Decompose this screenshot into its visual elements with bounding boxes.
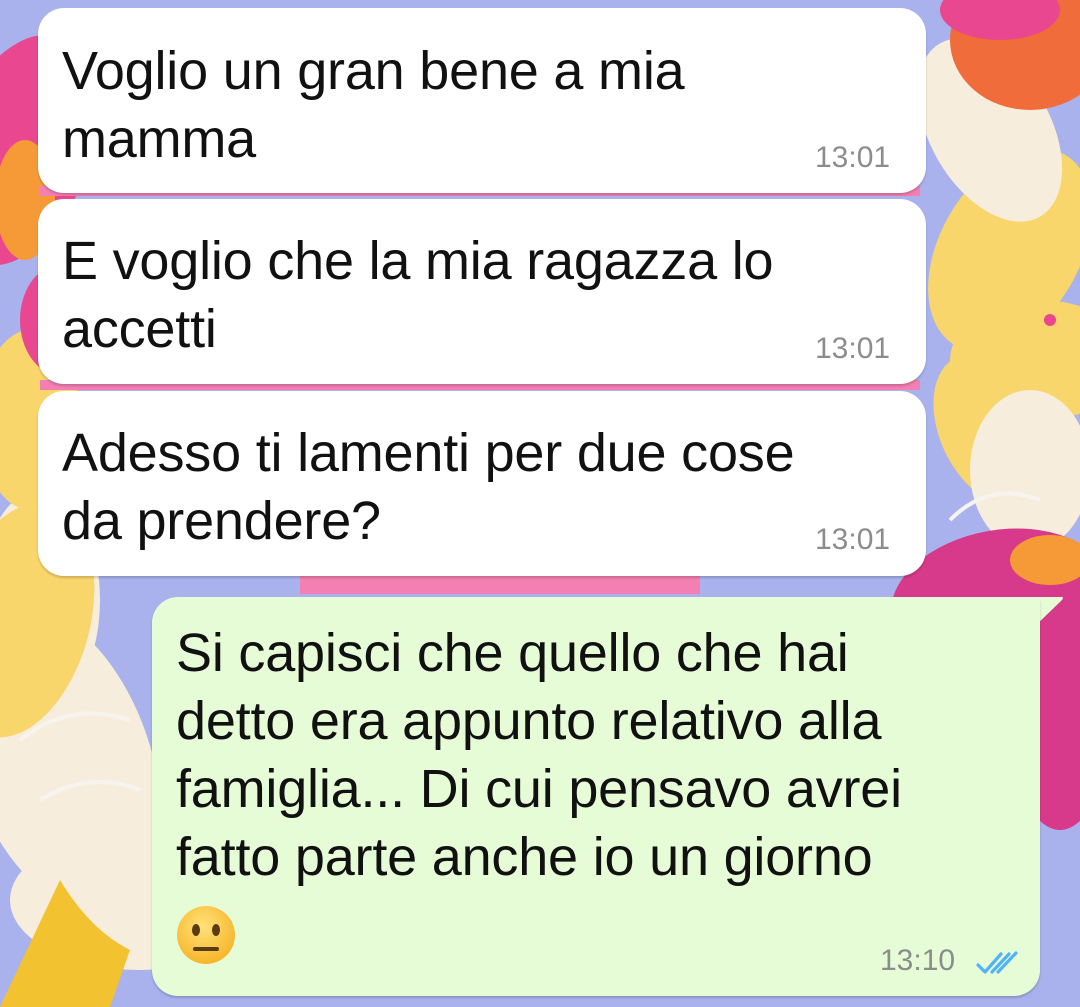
message-timestamp: 13:01 xyxy=(815,523,891,556)
message-bubble-incoming[interactable]: Voglio un gran bene a mia mamma 13:01 xyxy=(38,8,926,193)
message-text: Voglio un gran bene a mia mamma xyxy=(62,41,685,169)
message-timestamp: 13:01 xyxy=(815,332,891,365)
message-bubble-incoming[interactable]: E voglio che la mia ragazza lo accetti 1… xyxy=(38,199,926,384)
message-timestamp: 13:01 xyxy=(815,141,891,174)
message-bubble-incoming[interactable]: Adesso ti lamenti per due cose da prende… xyxy=(38,391,926,576)
message-text: E voglio che la mia ragazza lo accetti xyxy=(62,231,774,359)
message-timestamp: 13:10 xyxy=(880,944,956,977)
neutral-face-icon xyxy=(177,906,235,964)
message-text: Si capisci che quello che hai detto era … xyxy=(176,623,902,887)
read-receipt-double-check-icon xyxy=(976,951,1018,974)
message-text: Adesso ti lamenti per due cose da prende… xyxy=(62,423,795,551)
message-bubble-outgoing[interactable]: Si capisci che quello che hai detto era … xyxy=(152,597,1040,996)
